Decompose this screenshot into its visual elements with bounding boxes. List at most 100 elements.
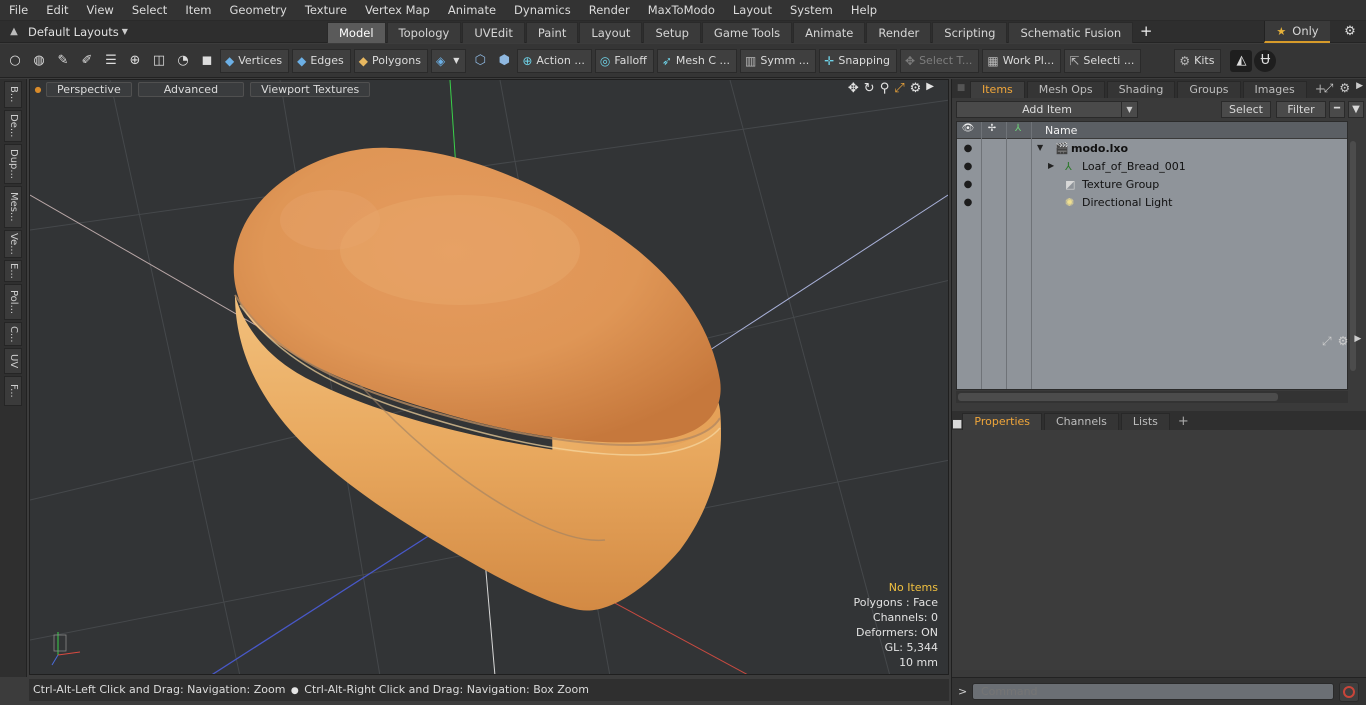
kits-button[interactable]: ⚙ Kits: [1174, 48, 1222, 73]
expand-arrow-icon[interactable]: ▶: [1048, 161, 1054, 170]
name-column-header[interactable]: Name: [1045, 124, 1077, 137]
command-input[interactable]: [972, 683, 1334, 700]
mesh-constraints-button[interactable]: ➶ Mesh C ...: [656, 48, 738, 73]
stack-icon[interactable]: ☰: [100, 50, 122, 72]
play-arrow-icon[interactable]: ▶: [926, 81, 934, 96]
item-list-tree[interactable]: 👁 ✢ ⅄ Name ● ▼ 🎬 modo.lxo ● ▶ ⅄ Loaf_of_…: [956, 121, 1348, 390]
menu-animate[interactable]: Animate: [439, 0, 505, 21]
tab-lists[interactable]: Lists: [1120, 413, 1170, 430]
circle-select-icon[interactable]: ○: [4, 50, 26, 72]
add-tab-plus-icon[interactable]: +: [1134, 21, 1158, 43]
record-macro-button[interactable]: [1339, 682, 1359, 702]
tab-game-tools[interactable]: Game Tools: [701, 21, 793, 43]
item-list-hscrollbar[interactable]: [956, 391, 1348, 403]
viewport-menu-dot-icon[interactable]: ●: [30, 85, 46, 94]
viewport-textures-button[interactable]: Viewport Textures: [250, 82, 371, 97]
panel-gear-icon[interactable]: ⚙: [1339, 81, 1350, 96]
action-center-button[interactable]: ⊕ Action ...: [517, 48, 592, 73]
collapse-up-icon[interactable]: ▲: [0, 26, 28, 37]
menu-render[interactable]: Render: [580, 0, 639, 21]
tab-model[interactable]: Model: [327, 21, 386, 43]
tab-render[interactable]: Render: [866, 21, 932, 43]
tab-schematic-fusion[interactable]: Schematic Fusion: [1008, 21, 1134, 43]
symmetry-button[interactable]: ▥ Symm ...: [740, 48, 817, 73]
layout-dropdown[interactable]: ▲ Default Layouts ▼: [0, 21, 300, 43]
select-through-button[interactable]: ✥ Select T...: [900, 48, 980, 73]
square-icon[interactable]: ◫: [148, 50, 170, 72]
3d-viewport[interactable]: ● Perspective Advanced Viewport Textures…: [29, 79, 949, 675]
menu-file[interactable]: File: [0, 0, 37, 21]
menu-texture[interactable]: Texture: [296, 0, 356, 21]
unity-icon[interactable]: ◭: [1230, 49, 1253, 72]
maximize-icon[interactable]: ⤢: [894, 81, 904, 96]
selection-sets-button[interactable]: ⇱ Selecti ...: [1064, 48, 1142, 73]
add-panel-tab-plus-icon[interactable]: +: [1172, 414, 1195, 430]
vertices-button[interactable]: ◆ Vertices: [220, 48, 290, 73]
menu-view[interactable]: View: [78, 0, 123, 21]
filter-button[interactable]: Filter: [1276, 100, 1326, 118]
visibility-eye-icon[interactable]: 👁: [957, 123, 979, 134]
tab-layout[interactable]: Layout: [579, 21, 643, 43]
globe-icon[interactable]: ◍: [28, 50, 50, 72]
vtab-deform[interactable]: De...: [4, 110, 22, 142]
menu-help[interactable]: Help: [842, 0, 886, 21]
tab-setup[interactable]: Setup: [643, 21, 701, 43]
menu-system[interactable]: System: [781, 0, 842, 21]
expand-panel-icon[interactable]: ⤢: [1322, 334, 1332, 349]
panel-arrow-icon[interactable]: ▶: [1354, 334, 1361, 349]
vtab-edge[interactable]: E...: [4, 260, 22, 282]
pie-icon[interactable]: ◔: [172, 50, 194, 72]
settings-gear-icon[interactable]: ⚙: [910, 81, 922, 96]
tree-row-texture-group[interactable]: ● ◩ Texture Group: [957, 176, 1347, 194]
panel-gear-icon[interactable]: ⚙: [1338, 334, 1349, 349]
vtab-fusion[interactable]: F...: [4, 376, 22, 406]
vtab-uv[interactable]: UV: [4, 348, 22, 374]
tab-scripting[interactable]: Scripting: [932, 21, 1008, 43]
falloff-button[interactable]: ◎ Falloff: [594, 48, 654, 73]
work-plane-button[interactable]: ▦ Work Pl...: [982, 48, 1062, 73]
tab-properties[interactable]: Properties: [962, 413, 1042, 430]
tab-channels[interactable]: Channels: [1044, 413, 1119, 430]
menu-dynamics[interactable]: Dynamics: [505, 0, 580, 21]
expand-arrow-icon[interactable]: ▼: [1037, 143, 1043, 152]
polygons-button[interactable]: ◆ Polygons: [353, 48, 428, 73]
eye-icon[interactable]: ●: [961, 197, 975, 208]
snapping-button[interactable]: ✛ Snapping: [819, 48, 898, 73]
vtab-basic[interactable]: B...: [4, 81, 22, 108]
zoom-icon[interactable]: ⚲: [880, 81, 890, 96]
select-button[interactable]: Select: [1221, 100, 1271, 118]
lock-cross-icon[interactable]: ✢: [981, 123, 1003, 134]
shield-icon[interactable]: ⬢: [493, 50, 515, 72]
tab-uvedit[interactable]: UVEdit: [462, 21, 525, 43]
add-item-button[interactable]: Add Item ▼: [956, 100, 1138, 118]
expand-panel-icon[interactable]: ⤢: [1324, 81, 1334, 96]
item-list-scrollbar[interactable]: [1348, 121, 1358, 390]
chevron-down-icon[interactable]: ▼: [1121, 101, 1137, 117]
advanced-button[interactable]: Advanced: [137, 82, 245, 97]
tab-paint[interactable]: Paint: [525, 21, 579, 43]
only-toggle-button[interactable]: ★ Only: [1264, 21, 1330, 43]
eye-icon[interactable]: ●: [961, 161, 975, 172]
gear-icon[interactable]: ⚙: [1338, 21, 1362, 43]
menu-geometry[interactable]: Geometry: [221, 0, 296, 21]
pen-icon[interactable]: ✎: [52, 50, 74, 72]
edges-button[interactable]: ◆ Edges: [292, 48, 351, 73]
menu-select[interactable]: Select: [123, 0, 176, 21]
perspective-button[interactable]: Perspective: [46, 82, 132, 97]
tab-items[interactable]: Items: [970, 81, 1025, 98]
vtab-curve[interactable]: C...: [4, 322, 22, 346]
funnel-filter-icon[interactable]: ▼: [1348, 100, 1364, 118]
tab-animate[interactable]: Animate: [793, 21, 866, 43]
tab-shading[interactable]: Shading: [1106, 81, 1176, 98]
vtab-vertex[interactable]: Ve...: [4, 230, 22, 258]
vtab-mesh-edit[interactable]: Mes...: [4, 186, 22, 228]
panel-menu-dot-icon[interactable]: ■: [952, 79, 970, 98]
item-mode-icon[interactable]: ◼: [196, 50, 218, 72]
unreal-icon[interactable]: Ʉ: [1254, 49, 1277, 72]
menu-layout[interactable]: Layout: [724, 0, 781, 21]
tab-images[interactable]: Images: [1242, 81, 1307, 98]
eye-icon[interactable]: ●: [961, 143, 975, 154]
tree-row-mesh[interactable]: ● ▶ ⅄ Loaf_of_Bread_001: [957, 158, 1347, 176]
menu-edit[interactable]: Edit: [37, 0, 77, 21]
tree-row-light[interactable]: ● ✺ Directional Light: [957, 194, 1347, 212]
